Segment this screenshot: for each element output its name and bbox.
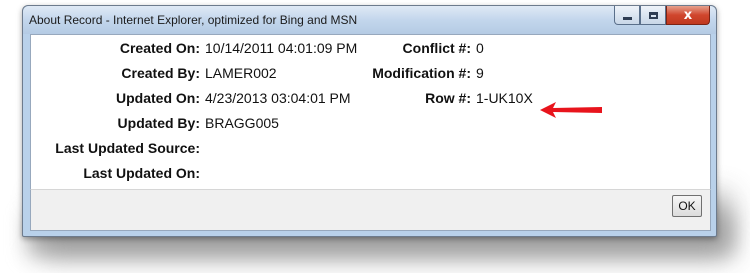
modification-label: Modification #: [372, 65, 471, 81]
updated-by-label: Updated By: [117, 115, 200, 131]
maximize-button[interactable] [640, 6, 666, 25]
ok-button[interactable]: OK [672, 195, 702, 217]
row-number-row: Row #: 1-UK10X [31, 88, 710, 108]
row-number-label: Row #: [425, 90, 471, 106]
modification-row: Modification #: 9 [31, 63, 710, 83]
conflict-row: Conflict #: 0 [31, 38, 710, 58]
dialog-footer: OK [30, 189, 711, 231]
title-bar[interactable]: About Record - Internet Explorer, optimi… [23, 6, 716, 34]
minimize-button[interactable] [614, 6, 640, 25]
about-record-dialog: About Record - Internet Explorer, optimi… [22, 5, 717, 237]
caption-buttons: x [614, 6, 710, 26]
last-updated-source-row: Last Updated Source: [31, 138, 710, 158]
red-arrow-icon [540, 102, 602, 118]
row-number-value: 1-UK10X [476, 90, 533, 106]
last-updated-on-label: Last Updated On: [83, 165, 200, 181]
updated-by-value: BRAGG005 [205, 115, 279, 131]
conflict-value: 0 [476, 40, 484, 56]
last-updated-source-label: Last Updated Source: [55, 140, 200, 156]
updated-by-row: Updated By: BRAGG005 [31, 113, 710, 133]
modification-value: 9 [476, 65, 484, 81]
close-icon: x [683, 7, 693, 23]
last-updated-on-row: Last Updated On: [31, 163, 710, 183]
conflict-label: Conflict #: [402, 40, 471, 56]
close-button[interactable]: x [666, 6, 710, 25]
record-details-panel: Created On: 10/14/2011 04:01:09 PM Creat… [30, 34, 711, 190]
window-title: About Record - Internet Explorer, optimi… [29, 13, 358, 27]
maximize-icon [648, 11, 658, 19]
minimize-icon [622, 16, 632, 20]
